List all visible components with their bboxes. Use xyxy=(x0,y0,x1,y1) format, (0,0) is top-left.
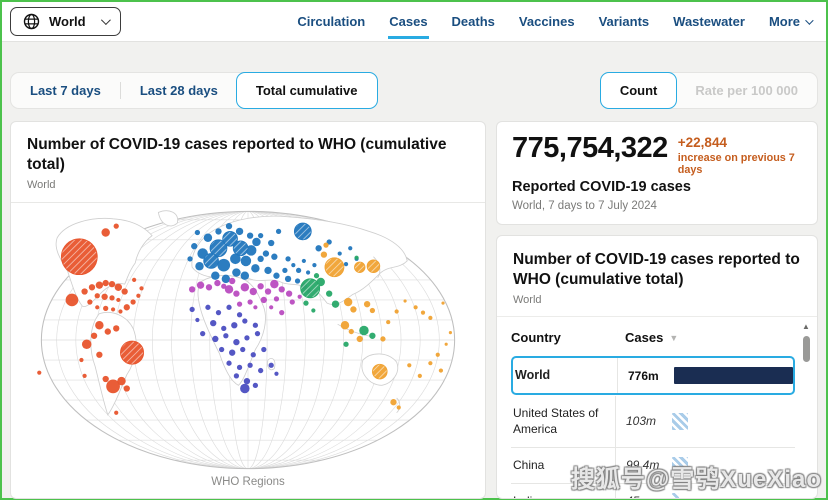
cases-bar xyxy=(672,456,688,474)
table-row[interactable]: India 45m xyxy=(511,482,795,498)
table-row[interactable]: World 776m xyxy=(511,356,795,396)
stat-label: Reported COVID-19 cases xyxy=(512,179,691,195)
scroll-up-icon[interactable]: ▲ xyxy=(802,323,810,331)
nav-tab-label: Variants xyxy=(598,14,650,29)
table-row[interactable]: United States of America 103m xyxy=(511,396,795,447)
map-legend-caption: WHO Regions xyxy=(211,475,285,488)
metric-segmented-control: Count Rate per 100 000 xyxy=(599,72,818,109)
filter-last-28-days[interactable]: Last 28 days xyxy=(121,73,237,108)
nav-tab-label: More xyxy=(768,14,800,29)
chevron-down-icon xyxy=(805,15,814,25)
world-bubble-map[interactable] xyxy=(34,206,462,474)
map-card: Number of COVID-19 cases reported to WHO… xyxy=(10,121,486,499)
column-header-country[interactable]: Country xyxy=(511,330,615,345)
metric-rate-per-100-000: Rate per 100 000 xyxy=(676,73,817,108)
nav-tab-label: Cases xyxy=(389,14,428,29)
table-header-row: Country Cases ▼ xyxy=(511,321,795,355)
cases-cell: 103m xyxy=(615,396,795,447)
nav-tab-variants[interactable]: Variants xyxy=(598,4,651,39)
cases-bar-track xyxy=(672,412,795,430)
map-card-title: Number of COVID-19 cases reported to WHO… xyxy=(27,136,447,174)
country-cell: China xyxy=(513,458,545,473)
main-content: Number of COVID-19 cases reported to WHO… xyxy=(10,121,818,499)
cases-cell: 776m xyxy=(617,358,793,394)
globe-icon xyxy=(23,13,40,30)
cases-bar xyxy=(672,492,680,498)
table-scrollbar[interactable]: ▲ xyxy=(801,323,811,498)
map-body: WHO Regions xyxy=(11,203,485,498)
table-card-title: Number of COVID-19 cases reported to WHO… xyxy=(513,251,800,289)
table-card: Number of COVID-19 cases reported to WHO… xyxy=(496,235,818,499)
filter-last-7-days[interactable]: Last 7 days xyxy=(11,73,120,108)
cases-value: 99.4m xyxy=(626,458,660,473)
region-selector-label: World xyxy=(49,14,86,29)
who-covid-dashboard: { "header": { "region_selector": { "labe… xyxy=(0,0,828,500)
delta-block: +22,844 increase on previous 7 days xyxy=(678,133,802,176)
country-cell: World xyxy=(515,368,551,383)
cases-value: 45m xyxy=(626,494,664,498)
chevron-down-icon xyxy=(100,15,111,26)
nav-tab-wastewater[interactable]: Wastewater xyxy=(672,4,746,39)
sort-descending-icon[interactable]: ▼ xyxy=(669,333,678,343)
nav-tab-label: Vaccines xyxy=(518,14,575,29)
country-cell: India xyxy=(511,484,615,498)
table-row[interactable]: China 99.4m xyxy=(511,446,795,483)
region-selector-button[interactable]: World xyxy=(10,7,121,36)
cases-value: 776m xyxy=(628,368,659,383)
cases-bar-track xyxy=(672,492,795,498)
cases-bar xyxy=(674,367,793,385)
nav-tab-label: Deaths xyxy=(451,14,495,29)
stat-period: World, 7 days to 7 July 2024 xyxy=(512,200,657,212)
nav-tab-cases[interactable]: Cases xyxy=(388,4,429,39)
filter-total-cumulative[interactable]: Total cumulative xyxy=(235,72,378,109)
top-bar: World Circulation Cases Deaths Vaccines Vari… xyxy=(2,2,826,42)
total-cases-number: 775,754,322 xyxy=(512,132,668,164)
country-table: Country Cases ▼ World 776m United States o… xyxy=(497,316,817,498)
cases-cell: 99.4m xyxy=(615,447,795,483)
cases-bar xyxy=(672,412,689,430)
map-card-header: Number of COVID-19 cases reported to WHO… xyxy=(11,122,485,204)
nav-tab-label: Circulation xyxy=(297,14,366,29)
delta-caption: increase on previous 7 days xyxy=(677,152,795,176)
cases-value: 103m xyxy=(626,414,657,429)
summary-stat-card: 775,754,322 +22,844 increase on previous… xyxy=(496,121,818,225)
table-card-header: Number of COVID-19 cases reported to WHO… xyxy=(497,236,817,316)
nav-tab-deaths[interactable]: Deaths xyxy=(451,4,496,39)
country-cell: United States of America xyxy=(513,406,599,437)
column-header-cases[interactable]: Cases ▼ xyxy=(615,330,678,345)
nav-tab-circulation[interactable]: Circulation xyxy=(296,4,366,39)
metric-count[interactable]: Count xyxy=(599,72,678,109)
filter-row: Last 7 days Last 28 days Total cumulative … xyxy=(10,72,818,109)
scrollbar-thumb[interactable] xyxy=(802,336,810,363)
map-card-subtitle: World xyxy=(27,179,56,192)
table-card-subtitle: World xyxy=(513,294,542,307)
nav-tab-label: Wastewater xyxy=(673,14,745,29)
table-rows: World 776m United States of America 103m Chi… xyxy=(511,356,795,498)
cases-bar-track xyxy=(672,456,795,474)
main-nav: Circulation Cases Deaths Vaccines Variants Wa… xyxy=(296,4,814,39)
cases-bar-track xyxy=(674,367,793,385)
right-column: 775,754,322 +22,844 increase on previous… xyxy=(496,121,818,499)
cases-cell: 45m xyxy=(615,483,795,498)
nav-tab-vaccines[interactable]: Vaccines xyxy=(518,4,576,39)
nav-tab-more[interactable]: More xyxy=(768,4,814,39)
time-range-segmented-control: Last 7 days Last 28 days Total cumulative xyxy=(10,72,378,109)
delta-value: +22,844 xyxy=(677,135,727,150)
